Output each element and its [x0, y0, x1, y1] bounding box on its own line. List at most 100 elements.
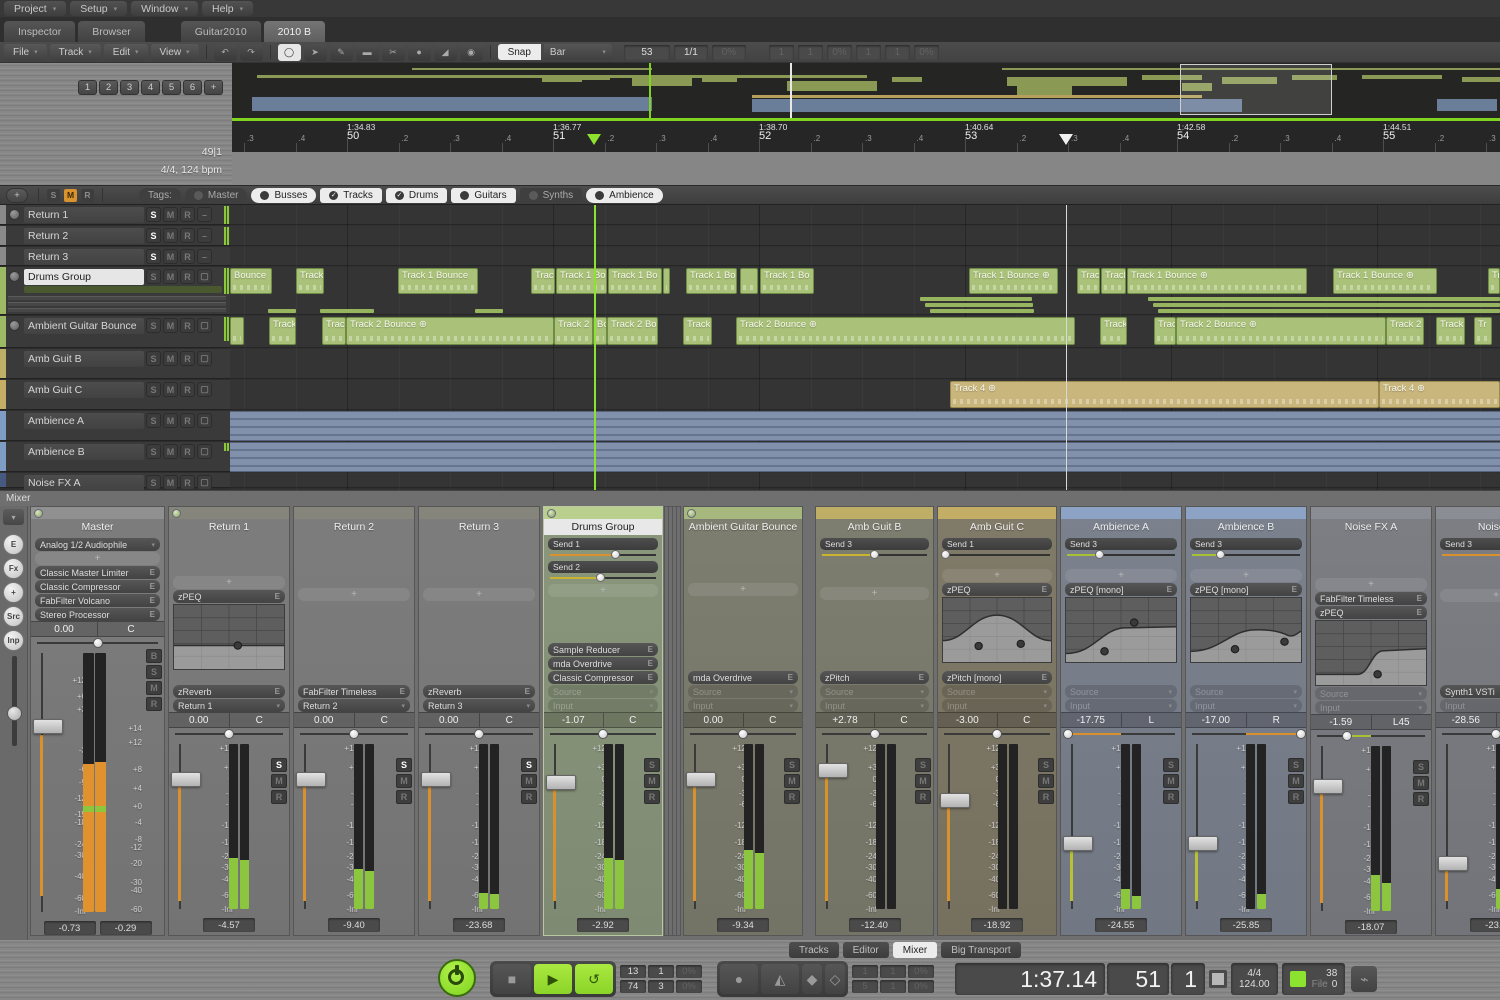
- pan-value[interactable]: C: [230, 713, 290, 727]
- plugin-enable-button[interactable]: E: [788, 673, 793, 682]
- plugin-slot[interactable]: zPEQE: [173, 590, 285, 603]
- channel-s-button[interactable]: S: [396, 758, 412, 772]
- track-record-button[interactable]: R: [180, 475, 195, 490]
- channel-r-button[interactable]: R: [644, 790, 660, 804]
- track-record-button[interactable]: R: [180, 382, 195, 397]
- input-dropdown[interactable]: Input▾: [548, 699, 658, 712]
- global-s-button[interactable]: S: [47, 189, 60, 202]
- pointer-tool[interactable]: ➤: [304, 44, 327, 61]
- pan-value[interactable]: C: [998, 713, 1057, 727]
- send-slider-handle[interactable]: [870, 550, 879, 559]
- track-solo-button[interactable]: S: [146, 207, 161, 222]
- mixer-collapse-button[interactable]: ▾: [3, 509, 24, 525]
- redo-button[interactable]: ↷: [240, 44, 263, 61]
- plugin-slot[interactable]: mda OverdriveE: [548, 657, 658, 670]
- track-mute-button[interactable]: M: [163, 249, 178, 264]
- grid-button-1[interactable]: 1: [78, 80, 97, 95]
- audio-region[interactable]: Track 1 Bounce ⊕: [969, 268, 1058, 294]
- channel-m-button[interactable]: M: [1288, 774, 1304, 788]
- channel-r-button[interactable]: R: [784, 790, 800, 804]
- audio-region[interactable]: Track: [296, 268, 324, 294]
- send-slider-handle[interactable]: [1216, 550, 1225, 559]
- channel-strip[interactable]: Drums GroupSend 1Send 2+Sample ReducerEm…: [543, 506, 663, 936]
- input-dropdown[interactable]: Input▾: [1315, 701, 1427, 714]
- plugin-enable-button[interactable]: E: [1417, 594, 1422, 603]
- output-dropdown[interactable]: Analog 1/2 Audiophile▾: [35, 538, 160, 551]
- pattern-toggle[interactable]: [1209, 970, 1227, 988]
- channel-r-button[interactable]: R: [271, 790, 287, 804]
- minimap-viewport[interactable]: [1180, 64, 1332, 115]
- gain-value[interactable]: -17.00: [1186, 713, 1247, 727]
- channel-r-button[interactable]: R: [1163, 790, 1179, 804]
- track-solo-button[interactable]: S: [146, 382, 161, 397]
- channel-s-button[interactable]: S: [784, 758, 800, 772]
- pan-slider[interactable]: [684, 728, 802, 740]
- plugin-slot[interactable]: Classic CompressorE: [35, 580, 160, 593]
- audio-region[interactable]: [740, 268, 758, 294]
- send-slider[interactable]: [548, 550, 658, 560]
- track-solo-button[interactable]: S: [146, 269, 161, 284]
- audio-region[interactable]: Track 2 Bounce ⊕: [346, 317, 554, 345]
- plugin-slot[interactable]: zPEQE: [1315, 606, 1427, 619]
- transport-field[interactable]: 0%: [676, 980, 702, 993]
- cut-tool[interactable]: ✂: [382, 44, 405, 61]
- channel-r-button[interactable]: R: [521, 790, 537, 804]
- playhead-triangle[interactable]: [587, 134, 601, 145]
- channel-strip[interactable]: Noise FSend 3+Synth1 VSTiEInput▾-28.56+1…: [1435, 506, 1500, 936]
- audio-region[interactable]: Track 1 Bo: [608, 268, 662, 294]
- track-fold-button[interactable]: –: [197, 228, 212, 243]
- track-fold-button[interactable]: –: [197, 207, 212, 222]
- pan-slider[interactable]: [169, 728, 289, 740]
- record-arm-icon[interactable]: [547, 509, 556, 518]
- track-record-button[interactable]: R: [180, 318, 195, 333]
- track-solo-button[interactable]: S: [146, 444, 161, 459]
- audio-region[interactable]: Track: [683, 317, 712, 345]
- source-dropdown[interactable]: Source▾: [548, 685, 658, 698]
- bottom-tab-big-transport[interactable]: Big Transport: [941, 942, 1020, 958]
- plugin-slot[interactable]: zReverbE: [423, 685, 535, 698]
- track-record-button[interactable]: R: [180, 249, 195, 264]
- pan-value[interactable]: R: [1247, 713, 1307, 727]
- pan-slider[interactable]: [938, 728, 1056, 740]
- time-display[interactable]: 1:37.14: [955, 963, 1105, 995]
- pan-handle[interactable]: [738, 729, 748, 739]
- channel-strip[interactable]: Return 1+zPEQEzReverbEReturn 1▾0.00C+12+…: [168, 506, 290, 936]
- channel-strip[interactable]: Ambience ASend 3+zPEQ [mono]ESource▾Inpu…: [1060, 506, 1182, 936]
- pan-slider[interactable]: [1186, 728, 1306, 740]
- audio-region[interactable]: Track: [1436, 317, 1465, 345]
- grid-button-3[interactable]: 3: [120, 80, 139, 95]
- channel-strip[interactable]: MasterAnalog 1/2 Audiophile▾+Classic Mas…: [30, 506, 165, 936]
- audio-region[interactable]: Track 1 Bounce ⊕: [1333, 268, 1437, 294]
- audio-region[interactable]: Track: [1100, 317, 1127, 345]
- channel-r-button[interactable]: R: [396, 790, 412, 804]
- track-mute-button[interactable]: M: [163, 228, 178, 243]
- tag-filter-drums[interactable]: ✓Drums: [386, 188, 447, 203]
- track-mute-button[interactable]: M: [163, 413, 178, 428]
- eq-graph[interactable]: [942, 597, 1052, 663]
- transport-field[interactable]: 1: [880, 980, 906, 993]
- source-dropdown[interactable]: Source▾: [1315, 687, 1427, 700]
- toolbar-menu-file[interactable]: File▾: [4, 44, 47, 61]
- rail-fx-button[interactable]: Fx: [3, 558, 24, 579]
- punch-out-button[interactable]: ◇: [825, 964, 845, 994]
- fader-handle[interactable]: [940, 793, 970, 808]
- project-tab[interactable]: Guitar2010: [181, 21, 261, 42]
- plugin-enable-button[interactable]: E: [648, 673, 653, 682]
- send-label[interactable]: Send 3: [1065, 538, 1177, 550]
- transport-field[interactable]: 0%: [908, 980, 934, 993]
- arrange-row[interactable]: [230, 473, 1500, 488]
- plugin-enable-button[interactable]: E: [525, 687, 530, 696]
- audio-region[interactable]: Track: [1101, 268, 1126, 294]
- send-slider[interactable]: [942, 550, 1052, 560]
- channel-m-button[interactable]: M: [396, 774, 412, 788]
- pan-slider[interactable]: [1436, 728, 1500, 740]
- eraser-tool[interactable]: ▬: [356, 44, 379, 61]
- transport-field[interactable]: 1: [852, 965, 878, 978]
- plugin-enable-button[interactable]: E: [150, 610, 155, 619]
- ambience-region[interactable]: [230, 442, 1500, 472]
- pan-handle[interactable]: [224, 729, 234, 739]
- channel-s-button[interactable]: S: [915, 758, 931, 772]
- plugin-slot[interactable]: Classic CompressorE: [548, 671, 658, 684]
- send-slider[interactable]: [1065, 550, 1177, 560]
- input-dropdown[interactable]: Input▾: [1065, 699, 1177, 712]
